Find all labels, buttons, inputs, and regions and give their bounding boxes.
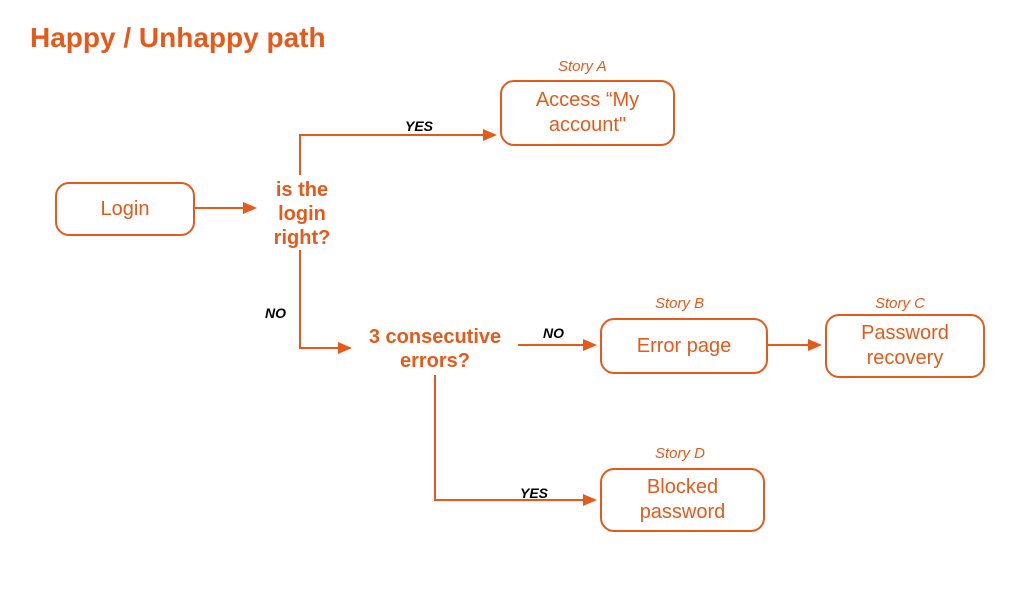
- node-access-my-account: Access “My account": [500, 80, 675, 146]
- node-blocked-password: Blocked password: [600, 468, 765, 532]
- decision-label: is the login right?: [274, 179, 331, 249]
- story-label-a: Story A: [558, 58, 607, 75]
- node-label: Access “My account": [514, 88, 661, 138]
- edge-label-yes-2: YES: [520, 485, 548, 501]
- arrow-decision1-yes: [300, 135, 495, 175]
- arrow-decision2-yes: [435, 375, 595, 500]
- decision-login-right: is the login right?: [265, 178, 339, 250]
- edge-label-no-2: NO: [543, 325, 564, 341]
- node-label: Password recovery: [839, 321, 971, 371]
- edge-label-yes-1: YES: [405, 118, 433, 134]
- node-password-recovery: Password recovery: [825, 314, 985, 378]
- diagram-canvas: Happy / Unhappy path Login is the login …: [0, 0, 1024, 592]
- node-error-page: Error page: [600, 318, 768, 374]
- node-login: Login: [55, 182, 195, 236]
- story-label-c: Story C: [875, 295, 925, 312]
- node-label: Blocked password: [614, 475, 751, 525]
- arrow-decision1-no: [300, 250, 350, 348]
- decision-three-errors: 3 consecutive errors?: [355, 325, 515, 373]
- decision-label: 3 consecutive errors?: [369, 326, 501, 372]
- node-label: Error page: [637, 334, 732, 359]
- story-label-d: Story D: [655, 445, 705, 462]
- story-label-b: Story B: [655, 295, 704, 312]
- node-label: Login: [101, 197, 150, 222]
- page-title: Happy / Unhappy path: [30, 22, 326, 54]
- edge-label-no-1: NO: [265, 305, 286, 321]
